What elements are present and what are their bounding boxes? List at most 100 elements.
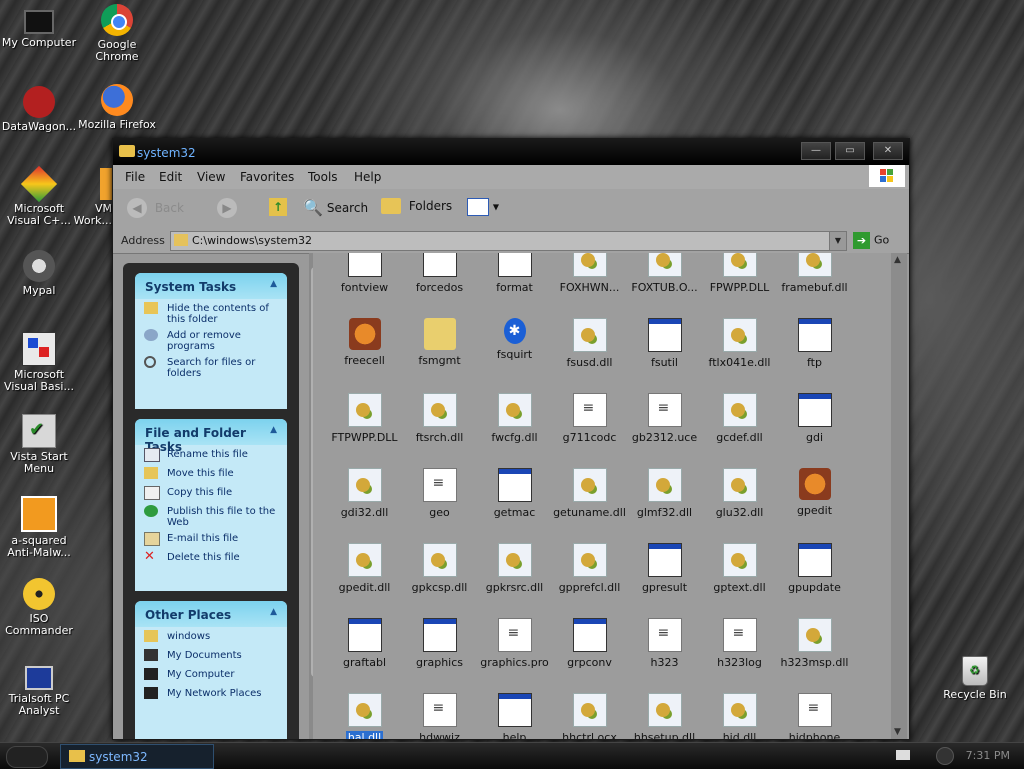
menu-edit[interactable]: Edit [159, 170, 182, 184]
file-item[interactable]: hal.dll [327, 693, 402, 739]
desktop-icon-iso-commander[interactable]: ISO Commander [0, 578, 81, 637]
search-button[interactable]: 🔍 Search [303, 198, 368, 220]
other-places-header[interactable]: Other Places ▲ [135, 601, 287, 627]
desktop-icon-visual-basic[interactable]: Microsoft Visual Basi... [0, 332, 81, 393]
file-item[interactable]: gpupdate [777, 543, 852, 594]
file-item[interactable]: h323 [627, 618, 702, 669]
desktop-icon-mypal[interactable]: Mypal [0, 250, 81, 297]
file-item[interactable]: gdi [777, 393, 852, 444]
file-item[interactable]: freecell [327, 318, 402, 367]
file-item[interactable]: gpedit.dll [327, 543, 402, 594]
file-item[interactable]: gb2312.uce [627, 393, 702, 444]
file-item[interactable]: h323msp.dll [777, 618, 852, 669]
file-item[interactable]: hid.dll [702, 693, 777, 739]
file-item[interactable]: graphics.pro [477, 618, 552, 669]
file-item[interactable]: framebuf.dll [777, 253, 852, 294]
menu-favorites[interactable]: Favorites [240, 170, 294, 184]
file-item[interactable]: g711codc [552, 393, 627, 444]
file-item[interactable]: graphics [402, 618, 477, 669]
task-add-remove-programs[interactable]: Add or remove programs [135, 326, 287, 353]
file-item[interactable]: hhsetup.dll [627, 693, 702, 739]
place-my-computer[interactable]: My Computer [135, 665, 287, 684]
file-item[interactable]: ftlx041e.dll [702, 318, 777, 369]
file-item[interactable]: getmac [477, 468, 552, 519]
desktop-icon-my-computer[interactable]: My Computer [0, 6, 81, 49]
file-item[interactable]: fwcfg.dll [477, 393, 552, 444]
go-button[interactable]: ➔ Go [853, 232, 889, 250]
menu-file[interactable]: File [125, 170, 145, 184]
file-item[interactable]: ftsrch.dll [402, 393, 477, 444]
maximize-button[interactable]: ▭ [835, 142, 865, 160]
file-item[interactable]: help [477, 693, 552, 739]
task-delete-file[interactable]: ✕ Delete this file [135, 548, 287, 567]
address-input[interactable]: C:\windows\system32 ▼ [170, 231, 847, 251]
place-windows[interactable]: windows [135, 627, 287, 646]
scroll-up-icon[interactable]: ▲ [894, 255, 901, 265]
close-button[interactable]: ✕ [873, 142, 903, 160]
file-item[interactable]: format [477, 253, 552, 294]
file-folder-tasks-header[interactable]: File and Folder Tasks ▲ [135, 419, 287, 454]
security-icon[interactable] [936, 747, 954, 765]
views-button[interactable]: ▼ [467, 198, 499, 220]
file-scrollbar[interactable]: ▲ ▼ [891, 253, 907, 739]
file-item[interactable]: hdwwiz [402, 693, 477, 739]
task-email-file[interactable]: E-mail this file [135, 529, 287, 548]
file-item[interactable]: gpkcsp.dll [402, 543, 477, 594]
file-item[interactable]: FOXTUB.O... [627, 253, 702, 294]
collapse-icon[interactable]: ▲ [270, 425, 277, 435]
desktop-icon-datawagon[interactable]: DataWagon... [0, 86, 81, 133]
file-item[interactable]: forcedos [402, 253, 477, 294]
scroll-down-icon[interactable]: ▼ [894, 727, 901, 737]
file-item[interactable]: glu32.dll [702, 468, 777, 519]
desktop-icon-vm[interactable]: VM Work... [60, 168, 112, 227]
file-item[interactable]: fsusd.dll [552, 318, 627, 369]
file-item[interactable]: getuname.dll [552, 468, 627, 519]
file-item[interactable]: ftp [777, 318, 852, 369]
file-item[interactable]: ✱ fsquirt [477, 318, 552, 361]
file-item[interactable]: fontview [327, 253, 402, 294]
file-item[interactable]: gptext.dll [702, 543, 777, 594]
file-item[interactable]: FOXHWN... [552, 253, 627, 294]
desktop-icon-chrome[interactable]: Google Chrome [75, 4, 159, 63]
desktop-icon-recycle-bin[interactable]: ♻ Recycle Bin [933, 656, 1017, 701]
file-item[interactable]: graftabl [327, 618, 402, 669]
forward-button[interactable]: ▶ [217, 198, 237, 220]
file-item[interactable]: grpconv [552, 618, 627, 669]
start-button[interactable] [6, 746, 48, 768]
desktop-icon-vista-start[interactable]: ✔ Vista Start Menu [0, 414, 81, 475]
task-rename-file[interactable]: Rename this file [135, 445, 287, 464]
keyboard-icon[interactable] [896, 750, 910, 760]
desktop-icon-firefox[interactable]: Mozilla Firefox [75, 84, 159, 136]
file-item[interactable]: fsmgmt [402, 318, 477, 367]
file-item[interactable]: hidphone [777, 693, 852, 739]
file-item[interactable]: FPWPP.DLL [702, 253, 777, 294]
system-tasks-header[interactable]: System Tasks ▲ [135, 273, 287, 299]
up-folder-button[interactable]: ↑ [269, 198, 287, 220]
file-item[interactable]: FTPWPP.DLL [327, 393, 402, 444]
file-item[interactable]: gpkrsrc.dll [477, 543, 552, 594]
task-search-files[interactable]: Search for files or folders [135, 353, 287, 380]
folders-button[interactable]: Folders [381, 198, 452, 220]
file-item[interactable]: fsutil [627, 318, 702, 369]
file-item[interactable]: gpresult [627, 543, 702, 594]
menu-tools[interactable]: Tools [308, 170, 338, 184]
title-bar[interactable]: system32 — ▭ ✕ [113, 139, 909, 165]
collapse-icon[interactable]: ▲ [270, 607, 277, 617]
file-item[interactable]: gdi32.dll [327, 468, 402, 519]
desktop-icon-trialsoft[interactable]: Trialsoft PC Analyst [0, 660, 81, 717]
place-my-documents[interactable]: My Documents [135, 646, 287, 665]
taskbar-window-button[interactable]: system32 [60, 744, 214, 769]
file-item[interactable]: h323log [702, 618, 777, 669]
task-hide-folder-contents[interactable]: Hide the contents of this folder [135, 299, 287, 326]
task-publish-web[interactable]: Publish this file to the Web [135, 502, 287, 529]
desktop-icon-a-squared[interactable]: a-squared Anti-Malw... [0, 496, 81, 559]
file-item[interactable]: gcdef.dll [702, 393, 777, 444]
address-dropdown-button[interactable]: ▼ [829, 232, 846, 250]
file-item[interactable]: glmf32.dll [627, 468, 702, 519]
file-item[interactable]: gpedit [777, 468, 852, 517]
file-item[interactable]: geo [402, 468, 477, 519]
minimize-button[interactable]: — [801, 142, 831, 160]
file-item[interactable]: hhctrl.ocx [552, 693, 627, 739]
back-button[interactable]: ◀ Back [127, 198, 184, 220]
menu-help[interactable]: Help [354, 170, 381, 184]
